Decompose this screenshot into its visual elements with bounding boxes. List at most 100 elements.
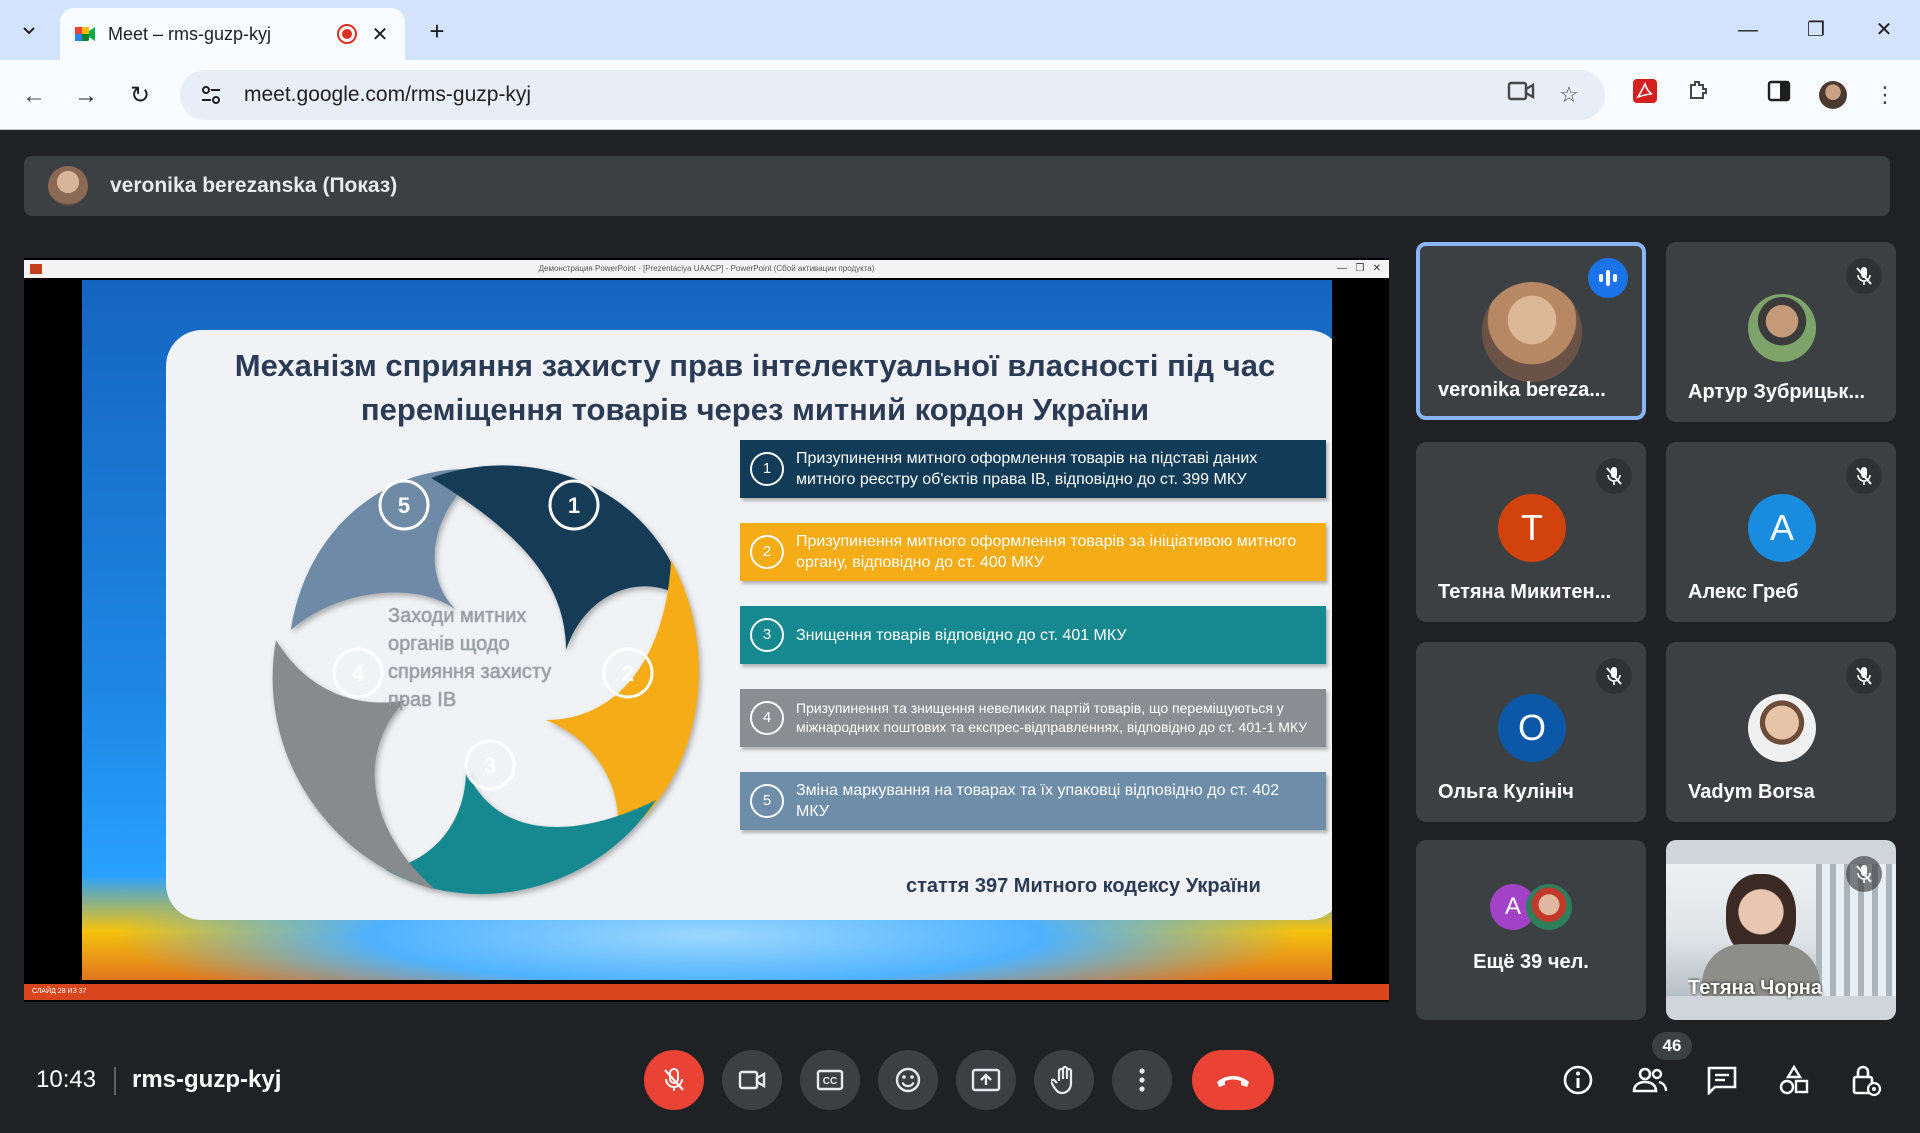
recording-indicator-icon (337, 24, 357, 44)
present-screen-icon (971, 1068, 1001, 1092)
host-controls-button[interactable] (1846, 1060, 1886, 1100)
mic-off-icon (1846, 258, 1882, 294)
people-count-badge: 46 (1652, 1032, 1692, 1060)
reload-button[interactable]: ↻ (122, 78, 158, 114)
participant-name: Ещё 39 чел. (1473, 951, 1589, 973)
powerpoint-status-bar: СЛАЙД 28 ИЗ 37 (24, 984, 1389, 1000)
cycle-number-4: 4 (352, 661, 365, 686)
mic-toggle-button[interactable] (644, 1050, 704, 1110)
clock: 10:43 (36, 1066, 97, 1093)
powerpoint-title-bar: Демонстрация PowerPoint - [Prezentaciya … (24, 260, 1389, 278)
meeting-info-button[interactable] (1558, 1060, 1598, 1100)
speaking-indicator-icon (1588, 258, 1628, 298)
cycle-number-3: 3 (484, 753, 496, 778)
camera-in-use-icon[interactable] (1504, 78, 1538, 112)
leave-call-button[interactable] (1192, 1050, 1274, 1110)
mic-off-icon (1596, 658, 1632, 694)
measure-item-number: 5 (750, 784, 784, 818)
participant-avatar (1748, 694, 1816, 762)
bookmark-star-icon[interactable]: ☆ (1552, 78, 1586, 112)
slide: Механізм сприяння захисту прав інтелекту… (82, 280, 1332, 980)
tab-title: Meet – rms-guzp-kyj (108, 23, 272, 44)
cycle-number-5: 5 (398, 493, 410, 518)
participant-avatar (1748, 294, 1816, 362)
measure-item-text: Призупинення та знищення невеликих парті… (796, 700, 1308, 735)
measure-item-number: 3 (750, 618, 784, 652)
measure-item-text: Призупинення митного оформлення товарів … (796, 450, 1258, 488)
more-vert-icon (1139, 1068, 1145, 1092)
site-settings-icon[interactable] (200, 84, 222, 106)
participant-name: Артур Зубрицьк... (1688, 381, 1866, 403)
slide-citation: стаття 397 Митного кодексу України (906, 875, 1261, 897)
participant-tile-olha[interactable]: O Ольга Кулініч (1416, 642, 1646, 822)
minimize-button[interactable]: — (1728, 14, 1768, 46)
participant-name: Vadym Borsa (1688, 781, 1815, 803)
shared-screen[interactable]: Демонстрация PowerPoint - [Prezentaciya … (24, 258, 1389, 1002)
meet-favicon-icon (74, 23, 96, 45)
measure-item-text: Знищення товарів відповідно до ст. 401 М… (796, 626, 1127, 644)
captions-icon: CC (816, 1069, 844, 1091)
participant-tile-aleks[interactable]: A Алекс Греб (1666, 442, 1896, 622)
more-options-button[interactable] (1112, 1050, 1172, 1110)
url-text: meet.google.com/rms-guzp-kyj (244, 83, 532, 106)
activities-button[interactable] (1774, 1060, 1814, 1100)
meeting-code: rms-guzp-kyj (132, 1066, 282, 1093)
browser-toolbar: ← → ↻ meet.google.com/rms-guzp-kyj ☆ ⋮ (0, 60, 1920, 130)
powerpoint-window-buttons: — ❐ ✕ (1336, 263, 1381, 274)
mic-off-icon (1846, 856, 1882, 892)
reactions-button[interactable] (878, 1050, 938, 1110)
side-panel-icon[interactable] (1762, 78, 1796, 112)
profile-avatar[interactable] (1816, 78, 1850, 112)
participant-tile-veronika[interactable]: veronika bereza... (1416, 242, 1646, 420)
participant-name: Тетяна Микитен... (1438, 581, 1612, 603)
emoji-icon (895, 1067, 921, 1093)
mic-off-icon (664, 1068, 684, 1091)
back-button[interactable]: ← (16, 78, 52, 114)
measure-item-text: Призупинення митного оформлення товарів … (796, 533, 1297, 571)
close-tab-icon[interactable]: ✕ (369, 22, 391, 47)
hand-icon (1051, 1065, 1073, 1095)
participant-tile-vadym[interactable]: Vadym Borsa (1666, 642, 1896, 822)
tab-meet[interactable]: Meet – rms-guzp-kyj ✕ (60, 8, 405, 60)
participant-tile-others[interactable]: A Ещё 39 чел. (1416, 840, 1646, 1020)
camera-icon (738, 1070, 766, 1090)
participant-name: veronika bereza... (1438, 379, 1606, 401)
browser-chrome: Meet – rms-guzp-kyj ✕ + — ❐ ✕ ← → ↻ meet… (0, 0, 1920, 130)
people-button[interactable] (1630, 1060, 1670, 1100)
tab-search-button[interactable] (10, 12, 48, 48)
present-button[interactable] (956, 1050, 1016, 1110)
measure-item-5: 5 Зміна маркування на товарах та їх упак… (740, 772, 1326, 830)
acrobat-extension-icon[interactable] (1628, 78, 1662, 112)
mic-off-icon (1596, 458, 1632, 494)
mic-off-icon (1846, 458, 1882, 494)
measure-item-number: 2 (750, 535, 784, 569)
presenter-avatar (48, 166, 88, 206)
participant-avatar (1482, 282, 1582, 382)
chat-button[interactable] (1702, 1060, 1742, 1100)
measure-item-2: 2 Призупинення митного оформлення товарі… (740, 523, 1326, 581)
close-window-button[interactable]: ✕ (1864, 14, 1904, 46)
browser-menu-icon[interactable]: ⋮ (1868, 78, 1902, 112)
new-tab-button[interactable]: + (420, 14, 454, 48)
participant-tile-tetiana-ch[interactable]: Тетяна Чорна (1666, 840, 1896, 1020)
participant-tile-tetiana-m[interactable]: T Тетяна Микитен... (1416, 442, 1646, 622)
forward-button[interactable]: → (68, 78, 104, 114)
captions-button[interactable]: CC (800, 1050, 860, 1110)
presenter-banner: veronika berezanska (Показ) (24, 156, 1890, 216)
divider (114, 1067, 116, 1095)
powerpoint-window-title: Демонстрация PowerPoint - [Prezentaciya … (538, 264, 875, 273)
raise-hand-button[interactable] (1034, 1050, 1094, 1110)
chat-icon (1707, 1066, 1737, 1095)
camera-toggle-button[interactable] (722, 1050, 782, 1110)
extensions-puzzle-icon[interactable] (1682, 78, 1716, 112)
participant-tile-artur[interactable]: Артур Зубрицьк... (1666, 242, 1896, 422)
participant-name: Алекс Греб (1688, 581, 1799, 603)
restore-button[interactable]: ❐ (1796, 14, 1836, 46)
host-lock-icon (1852, 1065, 1882, 1097)
address-bar[interactable]: meet.google.com/rms-guzp-kyj (180, 70, 1605, 120)
measure-item-1: 1 Призупинення митного оформлення товарі… (740, 440, 1326, 498)
measure-item-text: Зміна маркування на товарах та їх упаков… (796, 782, 1280, 820)
cycle-number-1: 1 (568, 493, 580, 518)
participant-name: Тетяна Чорна (1688, 977, 1822, 999)
info-icon (1563, 1065, 1593, 1095)
